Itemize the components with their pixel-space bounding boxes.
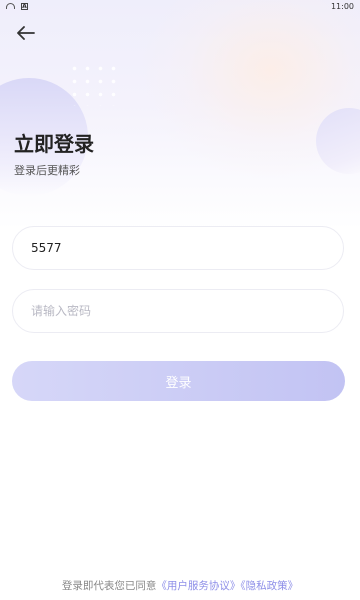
status-icons: A [6,2,28,10]
status-bar: A 11:00 [0,0,360,12]
wifi-icon [6,3,15,9]
arrow-left-icon [17,26,35,40]
header-background [0,0,360,230]
privacy-policy-link[interactable]: 《隐私政策》 [240,580,298,592]
password-field[interactable] [12,289,344,333]
notification-a-icon: A [21,2,28,10]
login-button[interactable]: 登录 [12,361,345,401]
status-time: 11:00 [330,1,354,11]
page-subtitle: 登录后更精彩 [14,164,80,177]
user-agreement-link[interactable]: 《用户服务协议》 [156,580,240,592]
account-input[interactable] [31,241,325,255]
account-field[interactable] [12,226,344,270]
decorative-dot-grid [68,62,120,106]
back-button[interactable] [12,20,40,46]
agreement-text: 登录即代表您已同意《用户服务协议》《隐私政策》 [0,578,360,593]
agreement-prefix: 登录即代表您已同意 [61,580,157,592]
page-title: 立即登录 [14,132,94,156]
password-input[interactable] [31,304,325,318]
